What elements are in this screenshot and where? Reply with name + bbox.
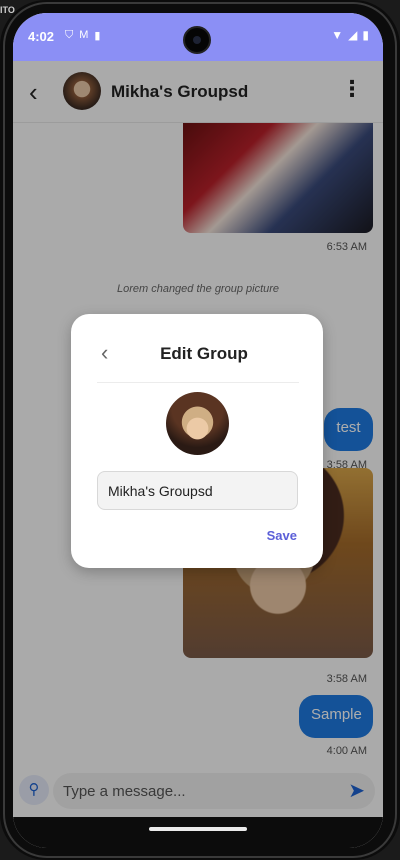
home-indicator[interactable] <box>149 827 247 831</box>
screen: 4:02 ⛉ M ▮ ▼ ◢ ▮ ‹ Mikha's Groupsd ⋮ 6:5… <box>13 13 383 848</box>
status-icons-left: ⛉ M ▮ <box>65 29 100 42</box>
signal-icon: ◢ <box>348 28 358 42</box>
group-photo[interactable] <box>166 392 229 455</box>
edit-group-dialog: ‹ Edit Group Save <box>71 314 323 568</box>
dialog-title: Edit Group <box>160 344 248 363</box>
shield-icon: ⛉ <box>65 29 74 41</box>
group-name-input[interactable] <box>97 471 298 510</box>
status-bar: 4:02 ⛉ M ▮ ▼ ◢ ▮ <box>13 13 383 61</box>
wifi-icon: ▼ <box>331 28 344 42</box>
status-icons-right: ▼ ◢ ▮ <box>331 28 369 42</box>
battery-icon: ▮ <box>362 28 369 42</box>
phone-frame: 4:02 ⛉ M ▮ ▼ ◢ ▮ ‹ Mikha's Groupsd ⋮ 6:5… <box>0 0 400 860</box>
front-camera <box>183 26 211 54</box>
dialog-divider <box>97 382 299 383</box>
gmail-icon: M <box>79 29 89 41</box>
status-time: 4:02 <box>28 29 55 44</box>
sim-icon: ▮ <box>94 30 101 42</box>
navigation-area <box>13 817 383 848</box>
save-button[interactable]: Save <box>267 528 297 543</box>
